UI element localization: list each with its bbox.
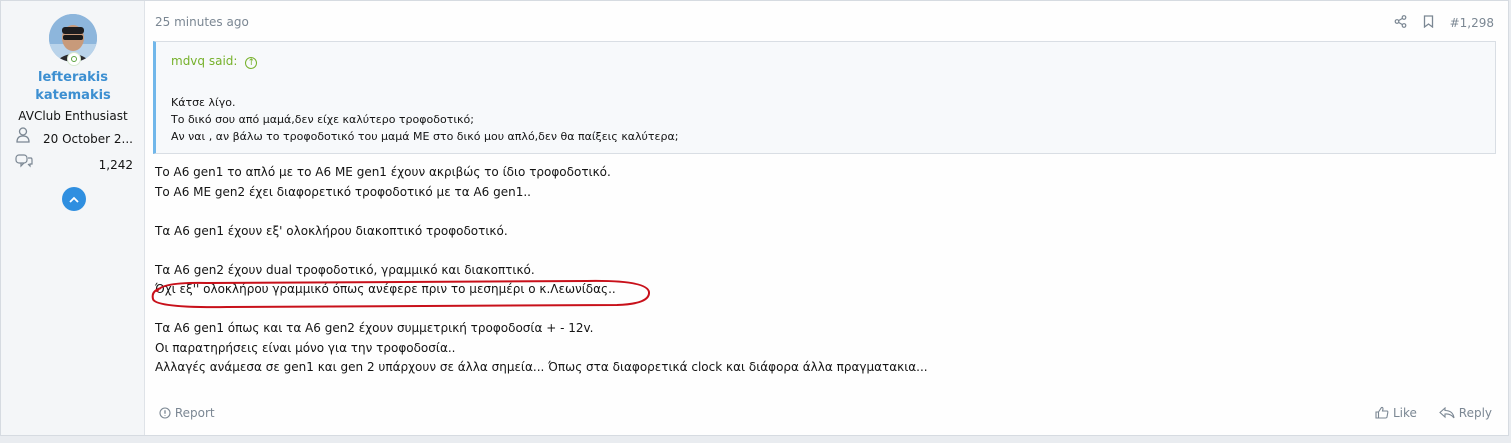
username-line1[interactable]: lefterakis [1,69,145,87]
message-line: Τα Α6 gen1 έχουν εξ' ολοκλήρου διακοπτικ… [155,223,508,238]
post-reactions: Like Reply [1375,406,1492,420]
message-line: Το Α6 ΜΕ gen2 έχει διαφορετικό τροφοδοτι… [155,184,531,199]
message-line: Οι παρατηρήσεις είναι μόνο για την τροφο… [155,340,456,355]
message-line: Το Α6 gen1 το απλό με το Α6 ΜΕ gen1 έχου… [155,165,611,179]
quote-block: mdvq said: ↑ Κάτσε λίγο. Το δικό σου από… [153,41,1496,154]
message-line: Τα Α6 gen2 έχουν dual τροφοδοτικό, γραμμ… [155,262,535,277]
arrow-up-circle-icon[interactable]: ↑ [245,57,258,69]
post-number-link[interactable]: #1,298 [1450,16,1494,30]
joined-date: 20 October 2... [43,132,133,146]
post-header-actions: #1,298 [1394,15,1494,31]
username-line2[interactable]: katemakis [1,87,145,105]
info-icon [159,406,175,420]
quote-line: Το δικό σου από μαμά,δεν είχε καλύτερο τ… [171,113,474,126]
online-status-icon [67,52,81,66]
like-button[interactable]: Like [1375,406,1417,420]
quote-author-link[interactable]: mdvq said: ↑ [171,54,258,69]
reply-icon [1439,406,1455,419]
chevron-up-icon [69,196,79,203]
scroll-up-button[interactable] [62,187,86,211]
quote-line: Κάτσε λίγο. [171,96,236,109]
report-label[interactable]: Report [175,406,215,420]
message-line: Αλλαγές ανάμεσα σε gen1 και gen 2 υπάρχο… [155,360,928,374]
report-button[interactable]: Report [159,406,215,420]
user-sidebar: lefterakis katemakis AVClub Enthusiast 2… [1,1,145,435]
user-title: AVClub Enthusiast [18,109,128,123]
message-line: Τα Α6 gen1 όπως και τα Α6 gen2 έχουν συμ… [155,321,594,335]
share-icon[interactable] [1394,15,1407,31]
like-label[interactable]: Like [1393,406,1417,420]
reply-label[interactable]: Reply [1459,406,1492,420]
thumbs-up-icon [1375,406,1389,419]
quote-author[interactable]: mdvq said: [171,54,237,68]
quote-line: Αν ναι , αν βάλω το τροφοδοτικό του μαμά… [171,130,679,143]
red-annotation-circle [151,279,650,309]
reply-button[interactable]: Reply [1439,406,1492,420]
quote-body: Κάτσε λίγο. Το δικό σου από μαμά,δεν είχ… [171,94,678,145]
username-link[interactable]: lefterakis katemakis [1,69,145,105]
post-timestamp[interactable]: 25 minutes ago [155,15,249,29]
message-count: 1,242 [98,158,133,172]
forum-post: lefterakis katemakis AVClub Enthusiast 2… [0,0,1509,436]
message-body: Το Α6 gen1 το απλό με το Α6 ΜΕ gen1 έχου… [155,163,928,378]
bookmark-icon[interactable] [1423,15,1434,31]
messages-icon [15,154,33,172]
user-joined-icon [16,127,30,147]
